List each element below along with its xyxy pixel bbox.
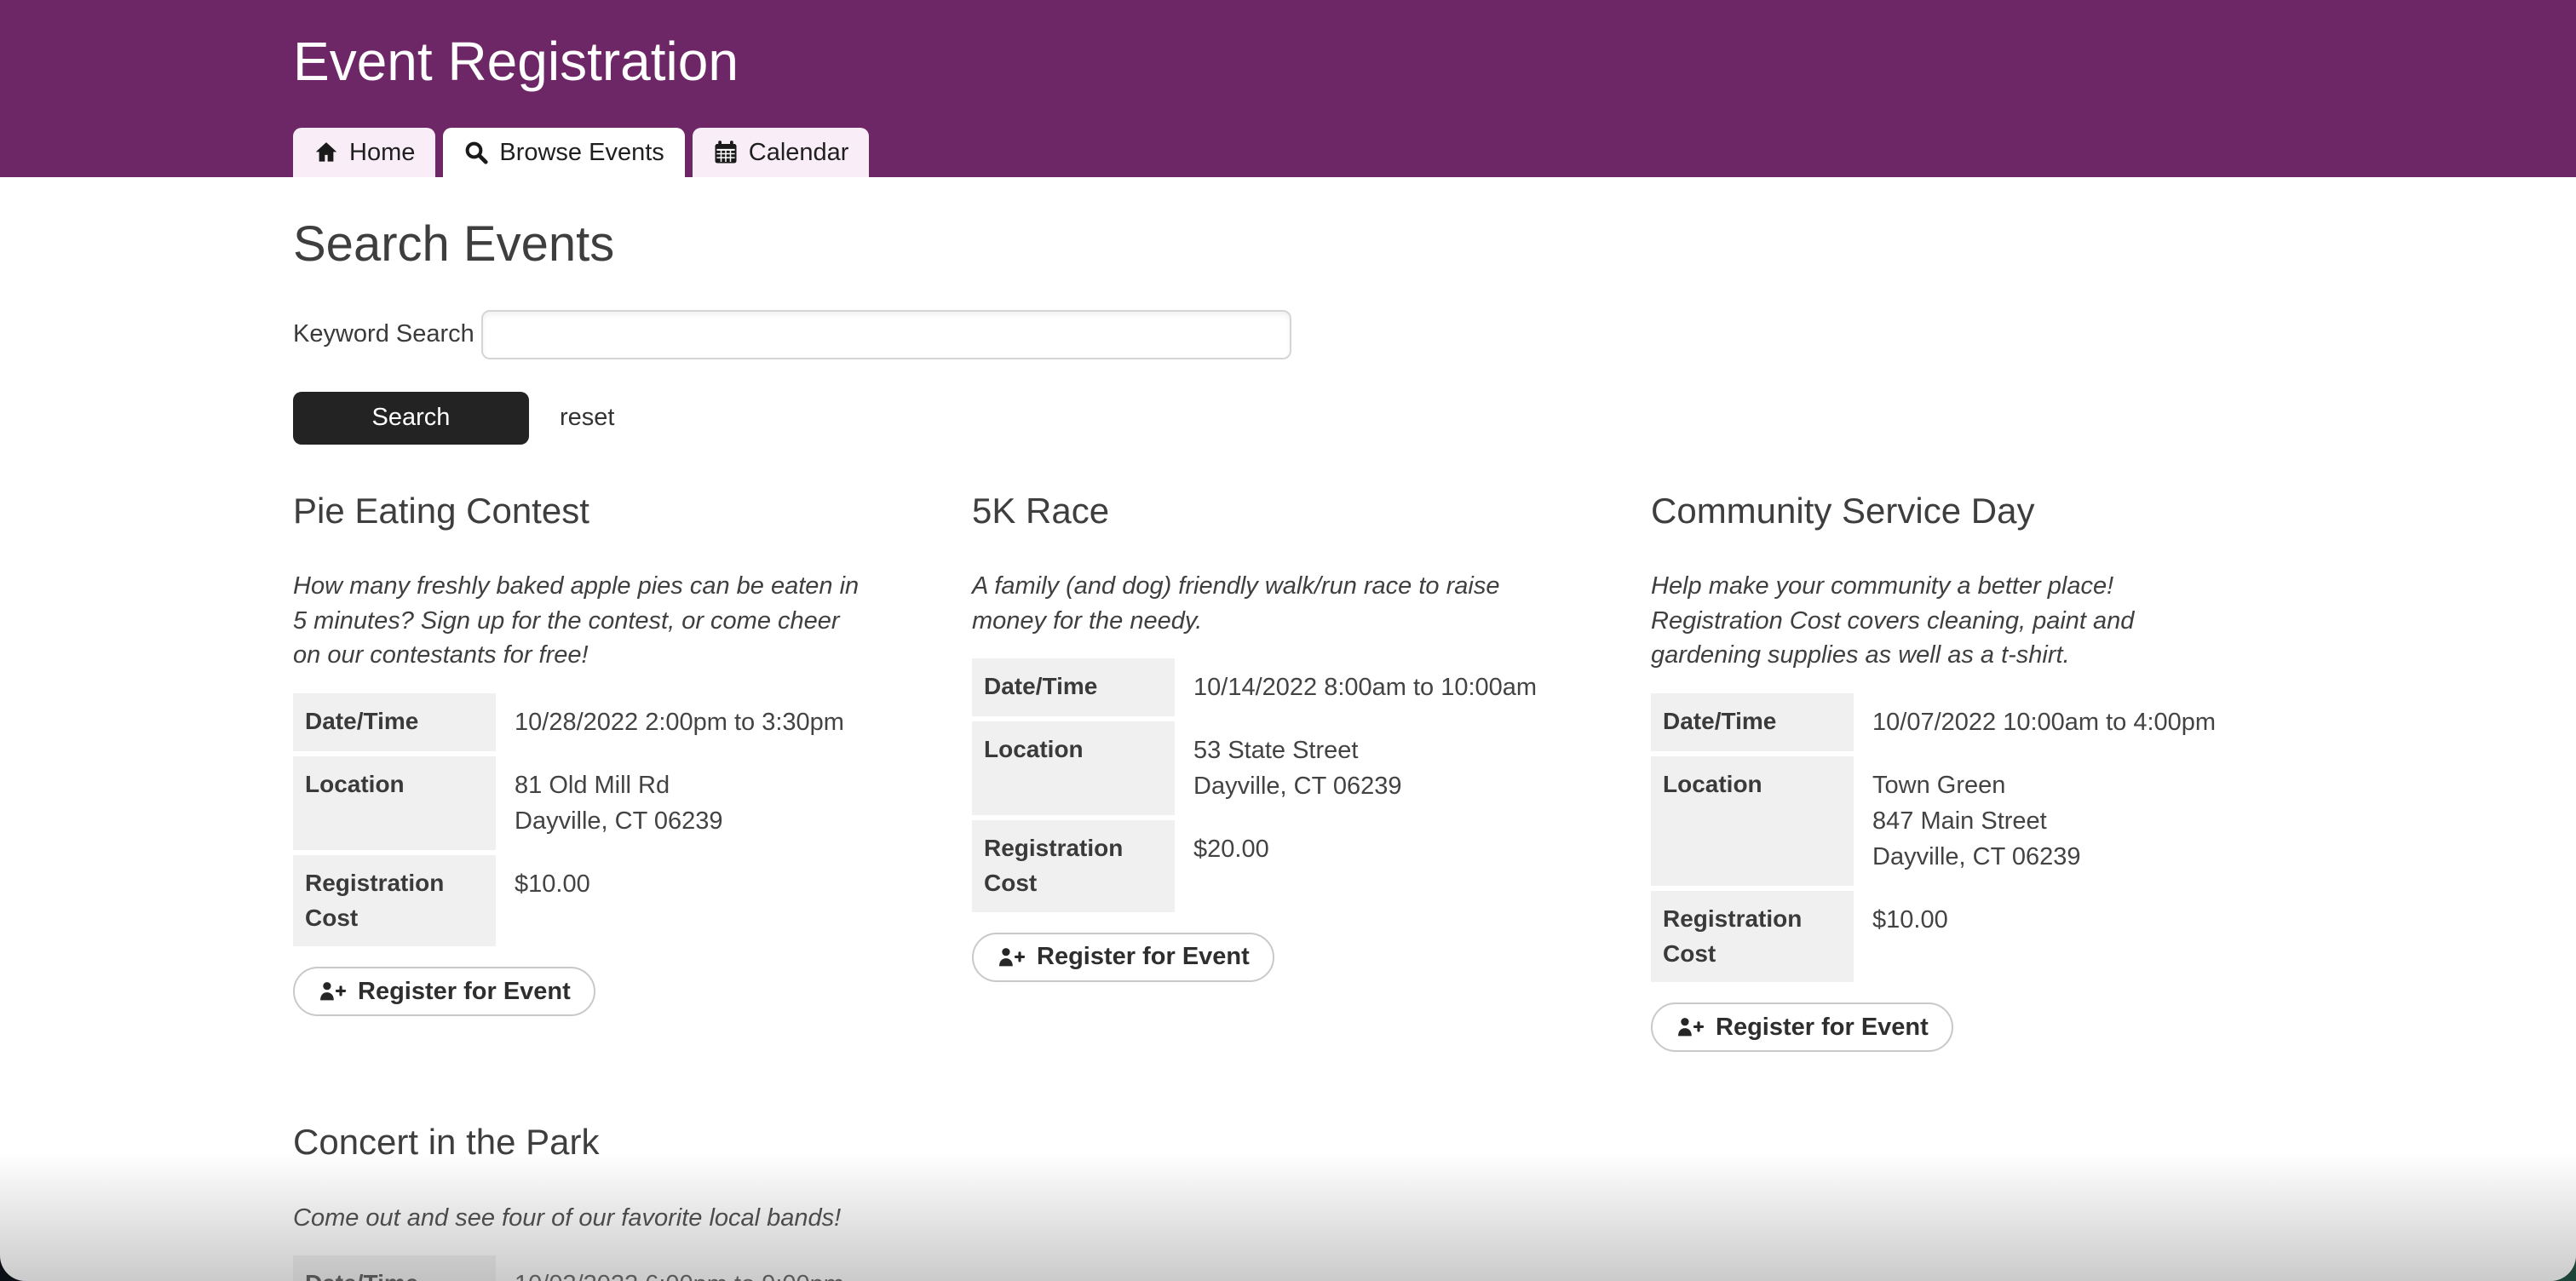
user-plus-icon: [1676, 1014, 1705, 1040]
page-title: Event Registration: [0, 0, 2576, 95]
event-detail-table: Date/Time 10/07/2022 10:00am to 4:00pm L…: [1651, 693, 2223, 982]
event-description: A family (and dog) friendly walk/run rac…: [972, 569, 1544, 638]
user-plus-icon: [318, 979, 347, 1004]
tab-label: Browse Events: [499, 139, 664, 167]
row-value-line: $10.00: [1872, 902, 1948, 938]
reset-link[interactable]: reset: [560, 404, 614, 432]
event-title: Pie Eating Contest: [293, 489, 865, 534]
event-detail-table: Date/Time 10/14/2022 8:00am to 10:00am L…: [972, 658, 1544, 911]
main-content: Search Events Keyword Search Search rese…: [0, 215, 2576, 1281]
row-value-line: 10/03/2022 6:00pm to 9:00pm: [515, 1267, 844, 1281]
row-label: Registration Cost: [972, 820, 1175, 911]
row-value-line: 81 Old Mill Rd: [515, 767, 722, 803]
event-detail-table: Date/Time 10/03/2022 6:00pm to 9:00pm Lo…: [293, 1255, 865, 1281]
event-row: Location 81 Old Mill RdDayville, CT 0623…: [293, 756, 865, 850]
row-label: Location: [1651, 756, 1854, 886]
event-description: How many freshly baked apple pies can be…: [293, 569, 865, 673]
row-value: Town Green847 Main StreetDayville, CT 06…: [1854, 756, 2080, 886]
main-nav: Home Browse Events: [293, 128, 869, 177]
event-title: Community Service Day: [1651, 489, 2223, 534]
row-value-line: 10/14/2022 8:00am to 10:00am: [1193, 669, 1537, 705]
event-row: Location Town Green847 Main StreetDayvil…: [1651, 756, 2223, 886]
row-label: Date/Time: [293, 693, 496, 751]
calendar-icon: [713, 140, 739, 165]
event-card: Community Service Day Help make your com…: [1651, 489, 2223, 1053]
search-icon: [463, 140, 489, 165]
search-form: Keyword Search: [293, 310, 2320, 359]
event-row: Registration Cost $10.00: [293, 855, 865, 946]
event-row: Date/Time 10/07/2022 10:00am to 4:00pm: [1651, 693, 2223, 751]
search-button[interactable]: Search: [293, 392, 529, 445]
row-value-line: 53 State Street: [1193, 732, 1401, 768]
row-value: $20.00: [1175, 820, 1269, 911]
row-value: 53 State StreetDayville, CT 06239: [1175, 721, 1401, 815]
row-label: Registration Cost: [293, 855, 496, 946]
register-for-event-button[interactable]: Register for Event: [1651, 1002, 1953, 1052]
event-description: Help make your community a better place!…: [1651, 569, 2223, 673]
event-row: Registration Cost $20.00: [972, 820, 1544, 911]
event-detail-table: Date/Time 10/28/2022 2:00pm to 3:30pm Lo…: [293, 693, 865, 946]
register-for-event-button[interactable]: Register for Event: [293, 967, 595, 1016]
search-actions: Search reset: [293, 392, 2320, 445]
row-value-line: 10/07/2022 10:00am to 4:00pm: [1872, 704, 2216, 740]
tab-home[interactable]: Home: [293, 128, 435, 177]
row-value-line: 847 Main Street: [1872, 803, 2080, 839]
row-label: Date/Time: [972, 658, 1175, 716]
search-events-heading: Search Events: [293, 215, 2320, 274]
row-label: Date/Time: [293, 1255, 496, 1281]
row-label: Location: [293, 756, 496, 850]
row-value-line: $10.00: [515, 866, 590, 902]
tab-browse-events[interactable]: Browse Events: [443, 128, 684, 177]
register-for-event-button[interactable]: Register for Event: [972, 933, 1274, 982]
row-value: 10/03/2022 6:00pm to 9:00pm: [496, 1255, 844, 1281]
row-value: 10/28/2022 2:00pm to 3:30pm: [496, 693, 844, 751]
row-value-line: $20.00: [1193, 831, 1269, 867]
tab-label: Home: [349, 139, 415, 167]
event-title: 5K Race: [972, 489, 1544, 534]
browser-page: Event Registration Home Browse Events: [0, 0, 2576, 1281]
event-row: Location 53 State StreetDayville, CT 062…: [972, 721, 1544, 815]
row-label: Date/Time: [1651, 693, 1854, 751]
row-value-line: 10/28/2022 2:00pm to 3:30pm: [515, 704, 844, 740]
app-header: Event Registration Home Browse Events: [0, 0, 2576, 177]
event-description: Come out and see four of our favorite lo…: [293, 1201, 865, 1236]
row-value: 10/14/2022 8:00am to 10:00am: [1175, 658, 1537, 716]
event-row: Registration Cost $10.00: [1651, 891, 2223, 982]
row-value-line: Dayville, CT 06239: [1872, 839, 2080, 875]
event-row: Date/Time 10/28/2022 2:00pm to 3:30pm: [293, 693, 865, 751]
row-label: Location: [972, 721, 1175, 815]
event-card: Pie Eating Contest How many freshly bake…: [293, 489, 865, 1017]
register-button-label: Register for Event: [1716, 1014, 1929, 1042]
row-value-line: Dayville, CT 06239: [515, 803, 722, 839]
tab-calendar[interactable]: Calendar: [693, 128, 870, 177]
tab-label: Calendar: [749, 139, 849, 167]
event-row: Date/Time 10/03/2022 6:00pm to 9:00pm: [293, 1255, 865, 1281]
keyword-search-input[interactable]: [481, 310, 1291, 359]
row-value-line: Town Green: [1872, 767, 2080, 803]
events-grid: Pie Eating Contest How many freshly bake…: [293, 489, 2320, 1281]
event-card: Concert in the Park Come out and see fou…: [293, 1120, 865, 1281]
row-value: 81 Old Mill RdDayville, CT 06239: [496, 756, 722, 850]
register-button-label: Register for Event: [358, 978, 571, 1006]
row-value: $10.00: [1854, 891, 1948, 982]
event-title: Concert in the Park: [293, 1120, 865, 1165]
row-value-line: Dayville, CT 06239: [1193, 768, 1401, 804]
user-plus-icon: [997, 945, 1026, 970]
event-card: 5K Race A family (and dog) friendly walk…: [972, 489, 1544, 982]
row-label: Registration Cost: [1651, 891, 1854, 982]
row-value: 10/07/2022 10:00am to 4:00pm: [1854, 693, 2216, 751]
event-row: Date/Time 10/14/2022 8:00am to 10:00am: [972, 658, 1544, 716]
row-value: $10.00: [496, 855, 590, 946]
keyword-search-label: Keyword Search: [293, 320, 481, 348]
home-icon: [313, 140, 339, 165]
register-button-label: Register for Event: [1037, 943, 1250, 971]
